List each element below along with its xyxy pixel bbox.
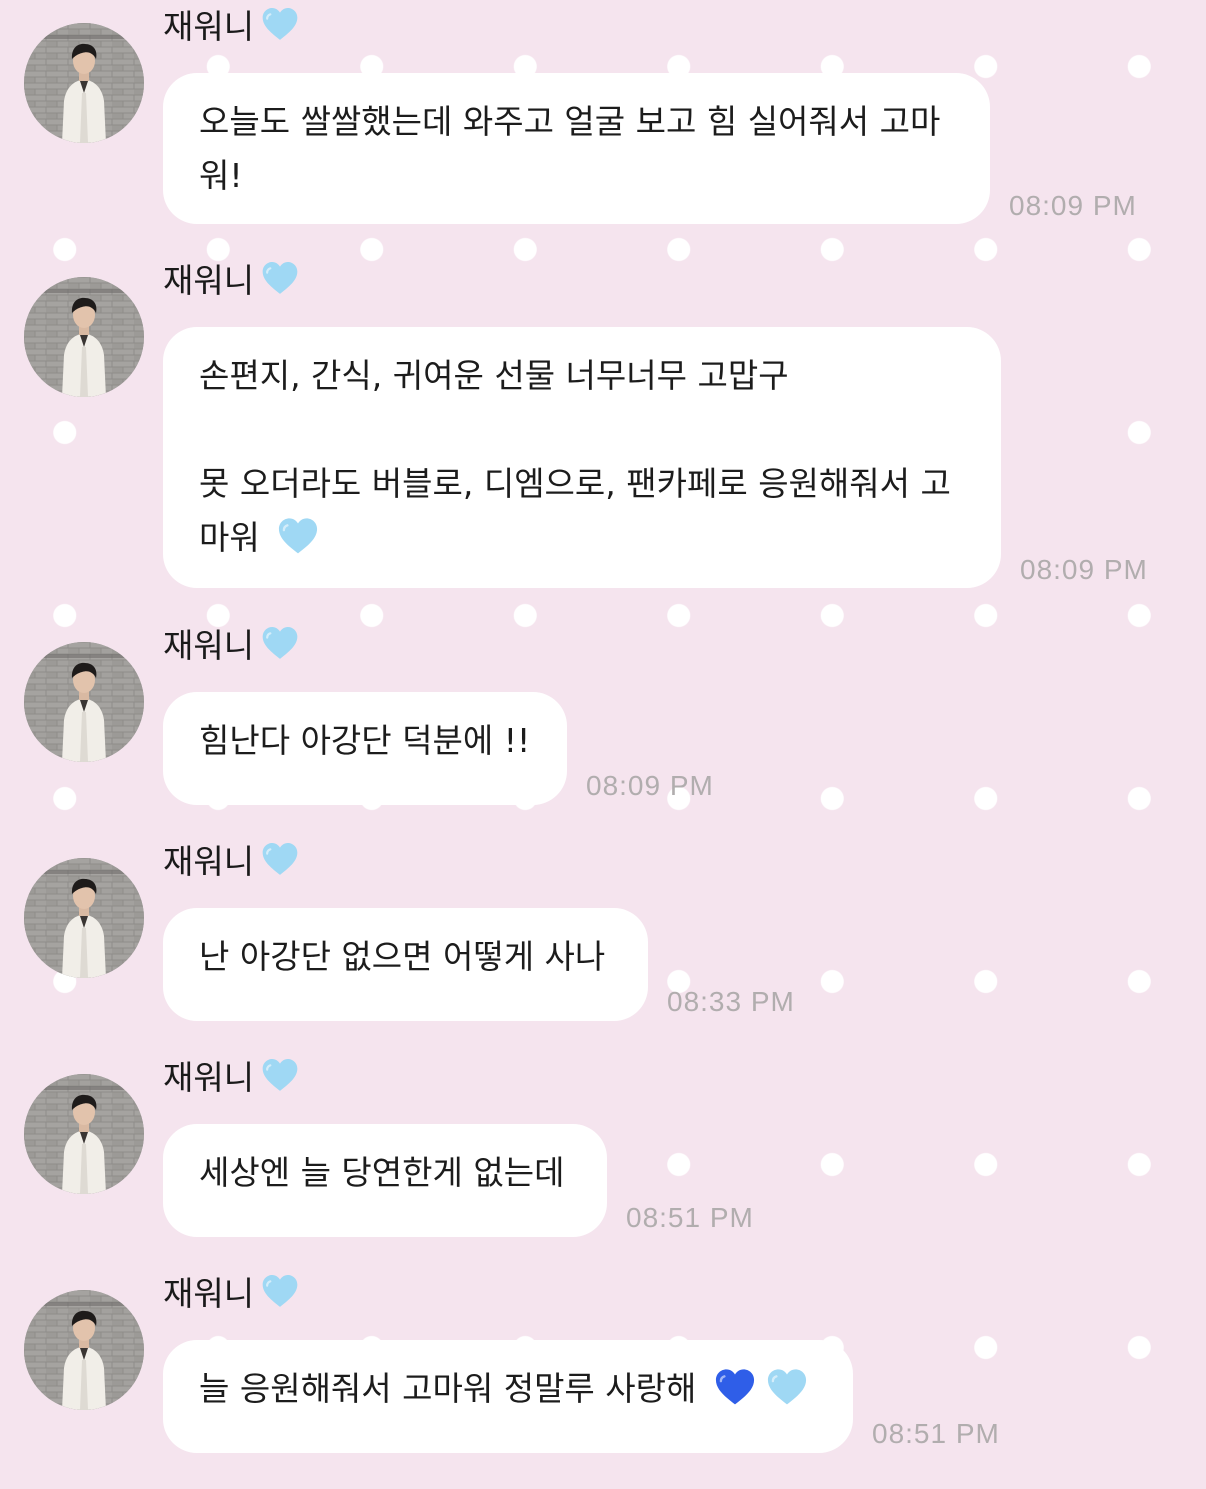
- chat-thread: 재워니 오늘도 쌀쌀했는데 와주고 얼굴 보고 힘 실어줘서 고마 워! 08:…: [0, 0, 1206, 1489]
- blue-heart-icon: [711, 1365, 759, 1409]
- light-blue-heart-icon: [258, 1055, 302, 1095]
- message-timestamp: 08:09 PM: [586, 770, 714, 801]
- message-bubble[interactable]: 난 아강단 없으면 어떻게 사나: [163, 908, 648, 1021]
- sender-name: 재워니: [163, 7, 255, 46]
- sender-header: 재워니: [163, 1051, 302, 1099]
- message-item: 재워니 손편지, 간식, 귀여운 선물 너무너무 고맙구 못 오더라도 버블로,…: [0, 254, 1206, 604]
- sender-header: 재워니: [163, 835, 302, 883]
- message-line: 오늘도 쌀쌀했는데 와주고 얼굴 보고 힘 실어줘서 고마: [199, 102, 941, 141]
- sender-name: 재워니: [163, 1274, 255, 1313]
- message-item: 재워니 늘 응원해줘서 고마워 정말루 사랑해 08:51 PM: [0, 1267, 1206, 1467]
- message-timestamp: 08:33 PM: [667, 986, 795, 1017]
- light-blue-heart-icon: [258, 623, 302, 663]
- sender-header: 재워니: [163, 1267, 302, 1315]
- message-bubble[interactable]: 오늘도 쌀쌀했는데 와주고 얼굴 보고 힘 실어줘서 고마 워!: [163, 73, 990, 224]
- message-line: 워!: [199, 156, 243, 195]
- message-line: 세상엔 늘 당연한게 없는데: [199, 1153, 565, 1192]
- light-blue-heart-icon: [258, 839, 302, 879]
- sender-name: 재워니: [163, 1058, 255, 1097]
- avatar[interactable]: [24, 1290, 144, 1410]
- avatar[interactable]: [24, 1074, 144, 1194]
- sender-header: 재워니: [163, 0, 302, 48]
- light-blue-heart-icon: [258, 1271, 302, 1311]
- avatar[interactable]: [24, 277, 144, 397]
- sender-name: 재워니: [163, 261, 255, 300]
- message-line-text: 마워: [199, 518, 260, 557]
- message-line-with-emoji: 마워: [199, 511, 967, 565]
- sender-name: 재워니: [163, 626, 255, 665]
- message-bubble[interactable]: 세상엔 늘 당연한게 없는데: [163, 1124, 607, 1237]
- message-item: 재워니 세상엔 늘 당연한게 없는데 08:51 PM: [0, 1051, 1206, 1251]
- message-line: 힘난다 아강단 덕분에 !!: [199, 721, 531, 760]
- message-item: 재워니 난 아강단 없으면 어떻게 사나 08:33 PM: [0, 835, 1206, 1035]
- message-line: 손편지, 간식, 귀여운 선물 너무너무 고맙구: [199, 356, 789, 395]
- message-bubble[interactable]: 늘 응원해줘서 고마워 정말루 사랑해: [163, 1340, 853, 1453]
- message-bubble[interactable]: 손편지, 간식, 귀여운 선물 너무너무 고맙구 못 오더라도 버블로, 디엠으…: [163, 327, 1001, 588]
- sender-header: 재워니: [163, 619, 302, 667]
- light-blue-heart-icon: [763, 1365, 811, 1409]
- message-line-text: 늘 응원해줘서 고마워 정말루 사랑해: [199, 1369, 697, 1408]
- avatar[interactable]: [24, 858, 144, 978]
- avatar[interactable]: [24, 642, 144, 762]
- light-blue-heart-icon: [258, 258, 302, 298]
- sender-name: 재워니: [163, 842, 255, 881]
- message-item: 재워니 오늘도 쌀쌀했는데 와주고 얼굴 보고 힘 실어줘서 고마 워! 08:…: [0, 0, 1206, 235]
- message-line-with-emoji: 늘 응원해줘서 고마워 정말루 사랑해: [199, 1362, 819, 1416]
- sender-header: 재워니: [163, 254, 302, 302]
- message-timestamp: 08:51 PM: [626, 1202, 754, 1233]
- light-blue-heart-icon: [274, 514, 322, 558]
- light-blue-heart-icon: [258, 4, 302, 44]
- message-timestamp: 08:09 PM: [1020, 554, 1148, 585]
- message-line-blank: [199, 403, 967, 457]
- message-line: 난 아강단 없으면 어떻게 사나: [199, 937, 606, 976]
- message-timestamp: 08:09 PM: [1009, 190, 1137, 221]
- message-item: 재워니 힘난다 아강단 덕분에 !! 08:09 PM: [0, 619, 1206, 819]
- message-timestamp: 08:51 PM: [872, 1418, 1000, 1449]
- message-bubble[interactable]: 힘난다 아강단 덕분에 !!: [163, 692, 567, 805]
- avatar[interactable]: [24, 23, 144, 143]
- message-line: 못 오더라도 버블로, 디엠으로, 팬카페로 응원해줘서 고: [199, 464, 951, 503]
